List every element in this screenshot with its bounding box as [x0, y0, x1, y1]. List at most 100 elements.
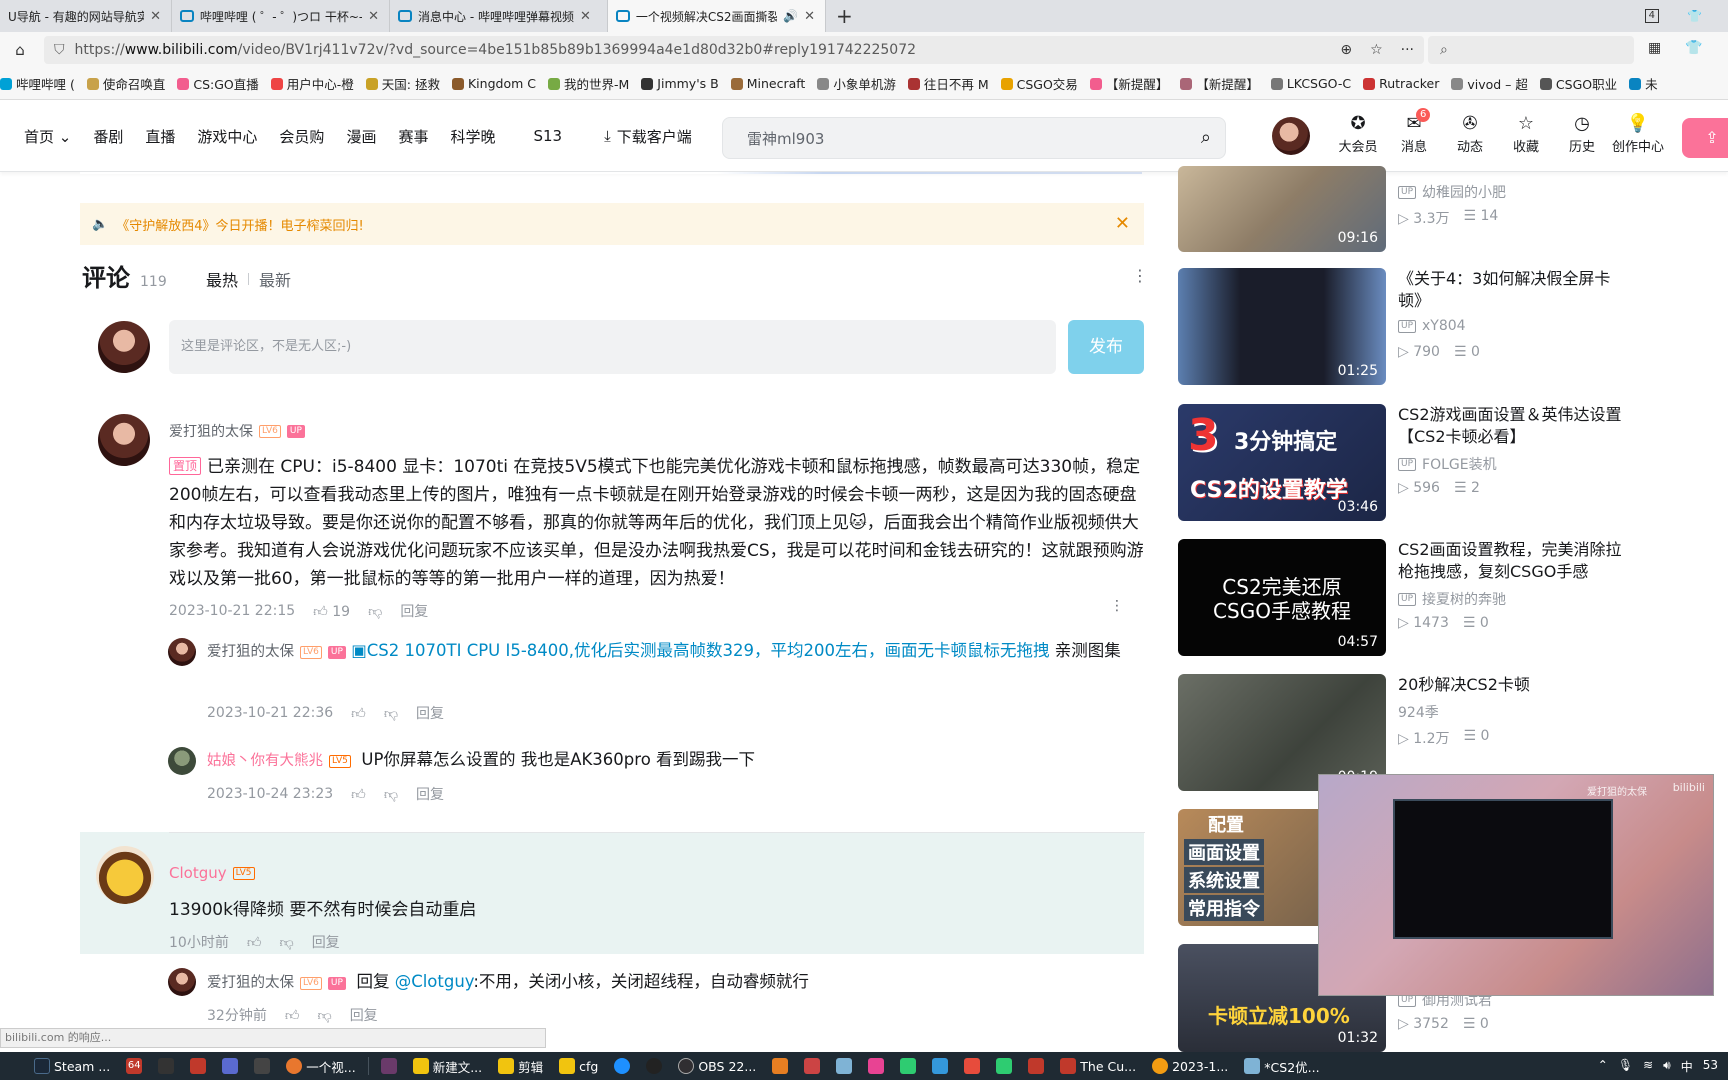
reply-button[interactable]: 回复 [416, 784, 444, 804]
reply-button[interactable]: 回复 [312, 932, 340, 952]
taskbar-app[interactable] [610, 1058, 634, 1074]
taskbar-app[interactable]: 64 [122, 1058, 146, 1074]
nav-science[interactable]: 科学晚 [450, 126, 495, 147]
bookmark-star-icon[interactable]: ☆ [1370, 42, 1383, 58]
taskbar-app[interactable] [250, 1058, 274, 1074]
taskbar-browser-2[interactable]: 2023-1... [1148, 1058, 1232, 1074]
taskbar-app[interactable] [864, 1058, 888, 1074]
video-author[interactable]: 924季 [1398, 702, 1439, 722]
taskbar-app[interactable] [642, 1058, 666, 1074]
username[interactable]: Clotguy [169, 864, 227, 882]
upload-button[interactable]: ⇪ [1682, 118, 1728, 158]
more-options-icon[interactable]: ⋮ [1132, 266, 1148, 285]
bookmark-item[interactable]: 我的世界-M [547, 74, 629, 93]
bookmark-item[interactable]: 【新提醒】 [1180, 74, 1259, 93]
taskbar-obs[interactable]: OBS 22... [674, 1058, 760, 1074]
taskbar-app[interactable] [832, 1058, 856, 1074]
new-tab-button[interactable]: + [836, 4, 853, 28]
thumb-up-icon[interactable]: 👍︎ [285, 1007, 300, 1024]
video-thumbnail[interactable]: 3 3分钟搞定 CS2的设置教学 03:46 [1178, 404, 1386, 521]
bookmark-item[interactable]: vivod – 超 [1451, 74, 1528, 93]
entry-message[interactable]: ✉ 6 消息 [1386, 108, 1442, 155]
entry-vip[interactable]: ✪ 大会员 [1330, 112, 1386, 155]
search-icon[interactable]: ⌕ [1201, 127, 1211, 148]
sort-new[interactable]: 最新 [259, 267, 291, 291]
more-options-icon[interactable]: ⋮ [1110, 598, 1124, 614]
site-search-input[interactable]: 雷神ml903 ⌕ [722, 117, 1226, 159]
apps-grid-icon[interactable]: ▦ [1648, 40, 1661, 56]
entry-history[interactable]: ◷ 历史 [1554, 112, 1610, 155]
ime-icon[interactable]: 中 [1681, 1058, 1693, 1075]
reply-avatar[interactable] [168, 638, 196, 666]
user-avatar[interactable] [1272, 117, 1310, 155]
sort-hot[interactable]: 最热 [206, 267, 238, 291]
username[interactable]: 爱打狙的太保 [207, 638, 294, 666]
bookmark-item[interactable]: 使命召唤直 [86, 74, 165, 93]
taskbar-browser[interactable]: 一个视... [282, 1057, 359, 1076]
shirt-icon[interactable]: 👕 [1687, 9, 1702, 23]
bookmark-item[interactable]: LKCSGO-C [1270, 76, 1351, 91]
taskbar-app[interactable] [768, 1058, 792, 1074]
video-title[interactable]: 20秒解决CS2卡顿 [1398, 674, 1628, 696]
wifi-icon[interactable]: ≋ [1643, 1058, 1653, 1075]
thumb-up-icon[interactable]: 👍︎ [351, 705, 366, 722]
taskbar-app[interactable] [377, 1058, 401, 1074]
bookmark-item[interactable]: Minecraft [730, 76, 805, 91]
taskbar-folder[interactable]: cfg [555, 1058, 602, 1074]
entry-dynamic[interactable]: ✇ 动态 [1442, 112, 1498, 155]
nav-live[interactable]: 直播 [145, 126, 175, 147]
video-author[interactable]: UP 接夏树的奔驰 [1398, 589, 1506, 609]
player-screen[interactable] [1393, 799, 1613, 939]
dislike-icon[interactable]: 👎︎ [317, 1007, 331, 1024]
taskbar-app[interactable] [928, 1058, 952, 1074]
taskbar-steam[interactable]: Steam ... [30, 1058, 114, 1074]
browser-tab-active[interactable]: 一个视频解决CS2画面撕裂 🔊 ✕ [608, 0, 826, 32]
taskbar-app[interactable] [1024, 1058, 1048, 1074]
publish-button[interactable]: 发布 [1068, 320, 1144, 374]
browser-tab[interactable]: 消息中心 - 哔哩哔哩弹幕视频 ✕ [390, 0, 608, 32]
speaker-icon[interactable]: 🔊 [783, 9, 798, 23]
shield-icon[interactable]: ⛉ [54, 42, 65, 58]
bookmark-item[interactable]: Jimmy's B [641, 76, 719, 91]
video-title[interactable]: CS2画面设置教程，完美消除拉枪拖拽感，复刻CSGO手感 [1398, 539, 1628, 583]
video-author[interactable]: UP 幼稚园的小肥 [1398, 182, 1506, 202]
dislike-icon[interactable]: 👎︎ [279, 934, 293, 951]
notice-text[interactable]: 《守护解放西4》今日开播！电子榨菜回归! [116, 215, 363, 234]
like-button[interactable]: 👍︎ 19 [313, 603, 350, 620]
dislike-icon[interactable]: 👎︎ [384, 786, 398, 803]
thumb-up-icon[interactable]: 👍︎ [247, 934, 262, 951]
taskbar-app[interactable] [800, 1058, 824, 1074]
nav-game-center[interactable]: 游戏中心 [197, 126, 257, 147]
browser-tab[interactable]: U导航 - 有趣的网站导航实 ✕ [0, 0, 172, 32]
taskbar-doc[interactable]: 新建文... [409, 1057, 486, 1076]
close-icon[interactable]: ✕ [580, 9, 591, 24]
close-icon[interactable]: ✕ [1115, 213, 1130, 234]
nav-home[interactable]: 首页 ⌄ [24, 126, 71, 147]
bookmark-item[interactable]: Rutracker [1363, 76, 1439, 91]
video-thumbnail[interactable]: 09:16 [1178, 166, 1386, 252]
taskbar-cu[interactable]: The Cu... [1056, 1058, 1140, 1074]
video-title[interactable]: 《关于4：3如何解决假全屏卡顿》 [1398, 268, 1628, 312]
close-icon[interactable]: ✕ [150, 9, 161, 24]
volume-icon[interactable]: 🔊︎ [1663, 1058, 1671, 1075]
reply-button[interactable]: 回复 [350, 1005, 378, 1025]
video-author[interactable]: UP FOLGE装机 [1398, 454, 1497, 474]
nav-manga[interactable]: 漫画 [346, 126, 376, 147]
shirt-icon[interactable]: 👕 [1685, 40, 1702, 56]
comment-avatar[interactable] [96, 846, 154, 904]
bookmark-item[interactable]: Kingdom C [451, 76, 536, 91]
bookmark-item[interactable]: CSGO职业 [1539, 74, 1617, 93]
bookmark-item[interactable]: 用户中心-橙 [270, 74, 354, 93]
nav-mall[interactable]: 会员购 [279, 126, 324, 147]
home-icon[interactable]: ⌂ [0, 41, 40, 59]
bookmark-item[interactable]: CS:GO直播 [177, 74, 259, 93]
bookmark-item[interactable]: 哔哩哔哩 ( [0, 74, 75, 93]
username[interactable]: 爱打狙的太保 [169, 421, 253, 441]
username[interactable]: 爱打狙的太保 [207, 969, 294, 997]
window-count[interactable]: 4 [1644, 9, 1660, 23]
zoom-icon[interactable]: ⊕ [1340, 42, 1352, 58]
close-icon[interactable]: ✕ [804, 9, 815, 24]
taskbar-app[interactable] [154, 1058, 178, 1074]
bookmark-item[interactable]: CSGO交易 [1000, 74, 1078, 93]
bookmark-item[interactable]: 天国: 拯救 [365, 74, 440, 93]
